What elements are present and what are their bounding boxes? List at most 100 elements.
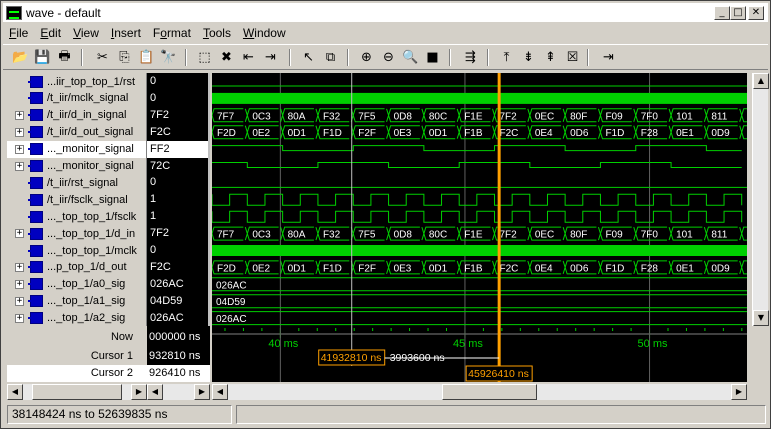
wave-a-sig	[212, 277, 747, 292]
expand-icon[interactable]: +	[15, 313, 24, 323]
expand-icon[interactable]: +	[15, 296, 24, 306]
scroll-left-icon[interactable]: ◀	[212, 384, 228, 400]
vertical-scrollbar[interactable]: ▲ ▼	[752, 73, 769, 326]
wave-mclk	[212, 245, 747, 256]
cursor-1-time-text: 41932810 ns	[321, 352, 382, 364]
cursor-2-time-text: 45926410 ns	[468, 368, 529, 380]
expand-icon[interactable]: +	[15, 279, 24, 289]
signal-icon	[28, 109, 43, 122]
expand-icon[interactable]: +	[15, 262, 24, 272]
cursor-2-label[interactable]: Cursor 2	[7, 365, 147, 382]
copy-icon[interactable]: ⎘	[115, 48, 134, 67]
goto-icon[interactable]: ⇶	[461, 48, 480, 67]
values-hscroll[interactable]: ◀ ▶	[147, 384, 210, 400]
wave-mclk	[212, 92, 747, 104]
names-hscroll[interactable]: ◀ ▶	[7, 384, 147, 400]
scroll-right-icon[interactable]: ▶	[194, 384, 210, 400]
cursor-1-value: 932810 ns	[149, 350, 201, 362]
stop-icon[interactable]: ■	[423, 48, 442, 67]
signal-row[interactable]: + ..._monitor_signal	[7, 140, 146, 158]
timeline-canvas[interactable]: 40 ms 45 ms 50 ms 41932810 ns 3993600 ns 4592…	[212, 326, 747, 382]
zoom-in-icon[interactable]: ⊕	[357, 48, 376, 67]
signal-name: ..._top_1/a0_sig	[47, 278, 126, 291]
signal-row[interactable]: ..._top_top_1/fsclk	[7, 208, 146, 225]
waveform-pane[interactable]: 7F7 0C3 80A F32 7F5 0D8 80C F1E 7F2 0EC 80F F09 7F0 1…	[212, 73, 747, 326]
pointer-icon[interactable]: ↖	[299, 48, 318, 67]
menu-insert[interactable]: Insert	[105, 26, 147, 40]
expand-icon[interactable]: +	[15, 110, 24, 120]
save-icon[interactable]: 💾	[33, 48, 52, 67]
scroll-down-icon[interactable]: ▼	[753, 310, 769, 326]
scroll-right-icon[interactable]: ▶	[731, 384, 747, 400]
signal-row[interactable]: + ..._top_top_1/d_in	[7, 225, 146, 242]
menu-format[interactable]: Format	[147, 26, 197, 40]
names-scroll-thumb[interactable]	[32, 384, 122, 400]
signal-row[interactable]: + /t_iir/d_in_signal	[7, 107, 146, 124]
zoom-full-icon[interactable]: 🔍	[401, 48, 420, 67]
signal-row[interactable]: + ..._top_1/a1_sig	[7, 293, 146, 310]
scroll-right-icon[interactable]: ▶	[131, 384, 147, 400]
add-cursor-1-icon[interactable]: ⤒	[497, 48, 516, 67]
title-bar[interactable]: wave - default _ □ ✕	[3, 3, 768, 22]
toolbar: 📂 💾 🖶 ✂ ⎘ 📋 🔭 ⬚ ✖ ⇤ ⇥ ↖ ⧉ ⊕ ⊖ 🔍 ■ ⇶ ⤒ ⇟ ⇞ ☒ ⇥	[3, 44, 768, 70]
expand-icon[interactable]: +	[15, 144, 24, 154]
delete-cursor-icon[interactable]: ☒	[563, 48, 582, 67]
horizontal-scroll-area: ◀ ▶ ◀ ▶ ◀ ▶	[7, 384, 768, 401]
delete-icon[interactable]: ✖	[217, 48, 236, 67]
signal-row[interactable]: + /t_iir/d_out_signal	[7, 124, 146, 141]
add-cursor-2-icon[interactable]: ⇟	[519, 48, 538, 67]
signal-row[interactable]: + ..._top_1/a2_sig	[7, 310, 146, 326]
signal-name: /t_iir/rst_signal	[47, 176, 118, 189]
expand-icon[interactable]: +	[15, 229, 24, 239]
zoom-mode-icon[interactable]: ⧉	[321, 48, 340, 67]
find-icon[interactable]: 🔭	[159, 48, 178, 67]
add-cursor-3-icon[interactable]: ⇞	[541, 48, 560, 67]
close-button[interactable]: ✕	[748, 6, 764, 20]
maximize-button[interactable]: □	[730, 6, 746, 20]
scroll-left-icon[interactable]: ◀	[147, 384, 163, 400]
signal-row[interactable]: + ..._top_1/a0_sig	[7, 276, 146, 293]
timeline-pane[interactable]: 40 ms 45 ms 50 ms 41932810 ns 3993600 ns 4592…	[212, 326, 747, 382]
expand-icon[interactable]: +	[15, 127, 24, 137]
signal-row[interactable]: /t_iir/rst_signal	[7, 174, 146, 191]
signal-icon	[28, 143, 43, 156]
signal-row[interactable]: + ..._monitor_signal	[7, 158, 146, 175]
find-edge-icon[interactable]: ⇥	[599, 48, 618, 67]
waveform-canvas[interactable]: 7F7 0C3 80A F32 7F5 0D8 80C F1E 7F2 0EC 80F F09 7F0 1…	[212, 73, 747, 326]
menu-bar: File Edit View Insert Format Tools Window	[3, 23, 292, 42]
print-icon[interactable]: 🖶	[55, 48, 74, 67]
signal-value: F2C	[150, 260, 171, 273]
signal-name: ...p_top_1/d_out	[47, 261, 127, 274]
menu-view[interactable]: View	[67, 26, 105, 40]
cursor-1-label[interactable]: Cursor 1	[7, 348, 147, 365]
menu-file[interactable]: File	[3, 26, 34, 40]
signal-row[interactable]: + ...p_top_1/d_out	[7, 259, 146, 276]
zoom-out-icon[interactable]: ⊖	[379, 48, 398, 67]
signal-icon	[28, 75, 43, 88]
signal-row[interactable]: ...iir_top_top_1/rst	[7, 73, 146, 90]
waves-hscroll[interactable]: ◀ ▶	[212, 384, 747, 400]
minimize-button[interactable]: _	[714, 6, 730, 20]
signal-row[interactable]: /t_iir/fsclk_signal	[7, 191, 146, 208]
menu-window[interactable]: Window	[237, 26, 292, 40]
open-icon[interactable]: 📂	[11, 48, 30, 67]
scroll-up-icon[interactable]: ▲	[753, 73, 769, 89]
expand-icon[interactable]: +	[15, 161, 24, 171]
bus-value-label: F2C	[500, 128, 519, 139]
signal-row[interactable]: /t_iir/mclk_signal	[7, 90, 146, 107]
bus-value-label: 7F0	[641, 230, 659, 241]
signal-row[interactable]: ..._top_top_1/mclk	[7, 242, 146, 259]
waves-scroll-thumb[interactable]	[442, 384, 537, 400]
toolbar-separator	[587, 49, 589, 66]
menu-tools[interactable]: Tools	[197, 26, 237, 40]
select-icon[interactable]: ⬚	[195, 48, 214, 67]
bus-value-label: 0D1	[288, 263, 307, 274]
cut-icon[interactable]: ✂	[93, 48, 112, 67]
menu-edit[interactable]: Edit	[34, 26, 67, 40]
paste-icon[interactable]: 📋	[137, 48, 156, 67]
bus-value-label: 0EC	[535, 230, 554, 241]
insert-left-icon[interactable]: ⇤	[239, 48, 258, 67]
insert-right-icon[interactable]: ⇥	[261, 48, 280, 67]
scroll-left-icon[interactable]: ◀	[7, 384, 23, 400]
now-label: Now	[110, 331, 133, 343]
